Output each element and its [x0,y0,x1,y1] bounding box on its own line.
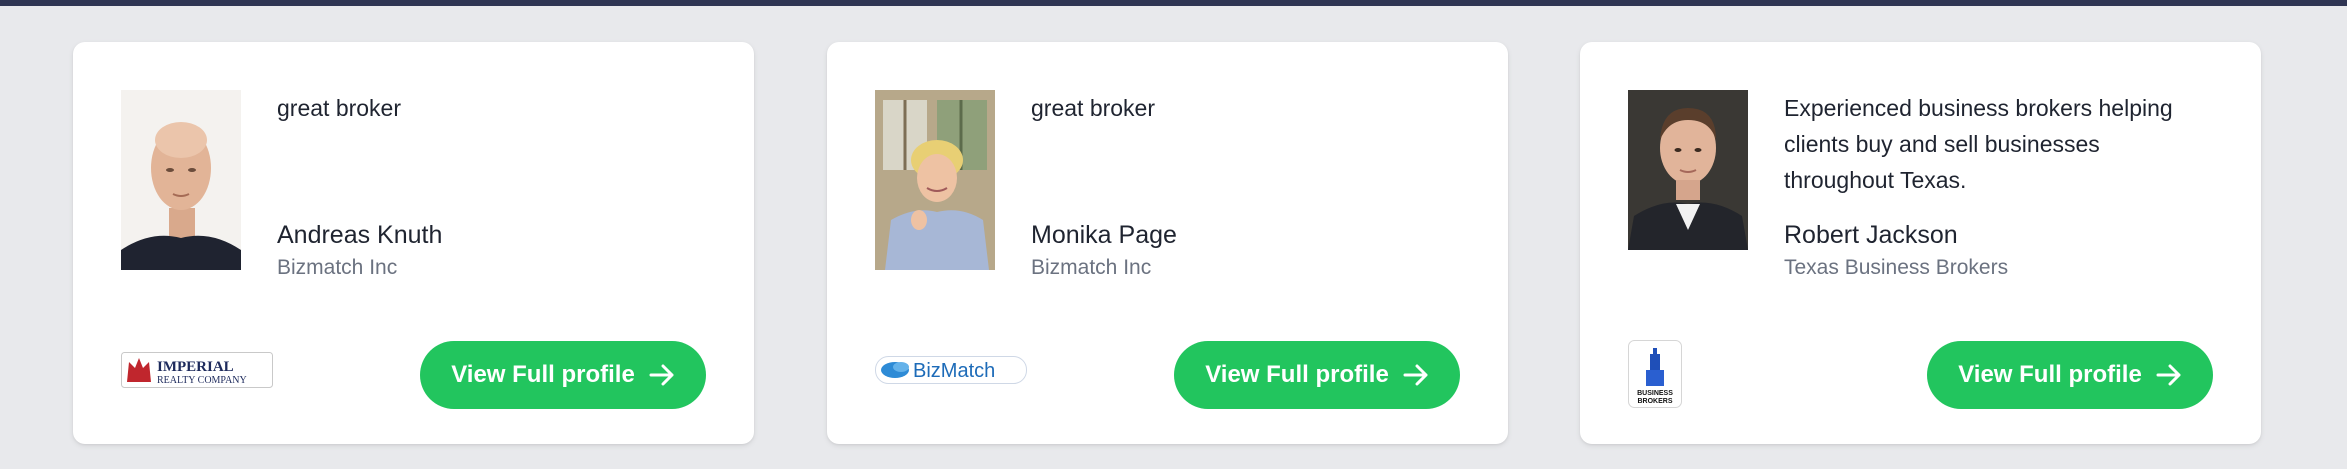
broker-card: great broker Andreas Knuth Bizmatch Inc … [73,42,754,444]
view-full-profile-button[interactable]: View Full profile [420,341,706,409]
arrow-right-icon [649,364,675,386]
broker-photo [1628,90,1748,250]
svg-text:BROKERS: BROKERS [1637,398,1672,405]
broker-company: Bizmatch Inc [277,256,398,279]
broker-photo [121,90,241,270]
company-logo: BizMatch [875,352,1027,388]
broker-company: Bizmatch Inc [1031,256,1152,279]
arrow-right-icon [1403,364,1429,386]
arrow-right-icon [2156,364,2182,386]
svg-text:REALTY COMPANY: REALTY COMPANY [157,375,247,386]
view-full-profile-button[interactable]: View Full profile [1174,341,1460,409]
svg-text:BizMatch: BizMatch [913,360,995,382]
svg-text:IMPERIAL: IMPERIAL [157,359,234,375]
broker-photo [875,90,995,270]
company-logo: IMPERIAL REALTY COMPANY [121,352,273,388]
svg-text:BUSINESS: BUSINESS [1637,390,1673,397]
button-label: View Full profile [1205,361,1389,388]
button-label: View Full profile [451,361,635,388]
broker-company: Texas Business Brokers [1784,256,2009,279]
broker-quote: great broker [1031,95,1156,121]
broker-card: great broker Monika Page Bizmatch Inc Bi… [827,42,1508,444]
broker-quote: great broker [277,95,402,121]
broker-quote: Experienced business brokers helping cli… [1784,95,2173,193]
company-logo: BUSINESS BROKERS [1628,340,1682,408]
button-label: View Full profile [1958,361,2142,388]
top-bar [0,0,2347,6]
broker-name: Robert Jackson [1784,221,1958,249]
broker-name: Monika Page [1031,221,1177,249]
broker-card: Experienced business brokers helping cli… [1580,42,2261,444]
broker-name: Andreas Knuth [277,221,443,249]
view-full-profile-button[interactable]: View Full profile [1927,341,2213,409]
